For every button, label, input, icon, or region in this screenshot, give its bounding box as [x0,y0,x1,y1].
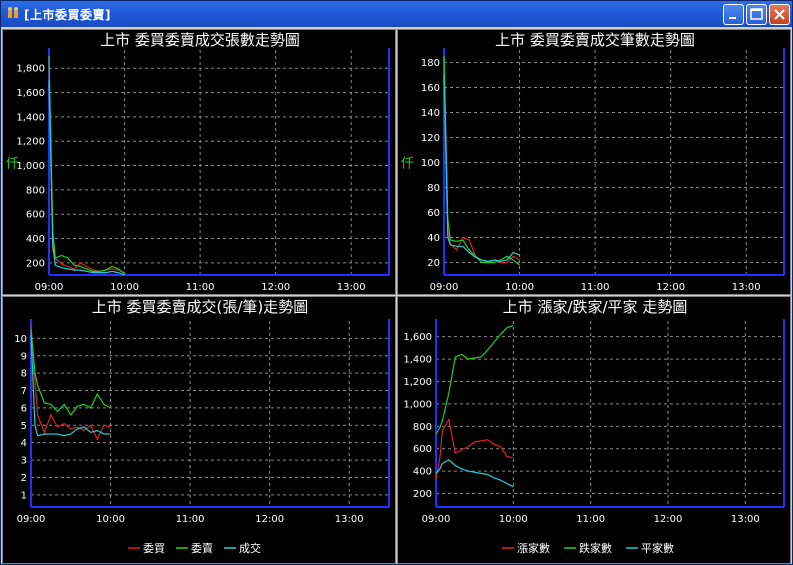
x-tick-label: 09:00 [35,282,64,293]
y-tick-label: 5 [21,421,27,432]
y-tick-label: 1,800 [16,64,45,75]
y-tick-label: 1,000 [16,161,45,172]
x-tick-label: 13:00 [732,282,761,293]
x-tick-label: 09:00 [17,514,46,525]
series-line-cyan [48,80,125,276]
y-tick-label: 200 [26,258,45,269]
x-tick-label: 10:00 [505,282,534,293]
x-tick-label: 11:00 [176,514,205,525]
y-tick-label: 200 [413,489,432,500]
chart-title: 上市 委買委賣成交張數走勢圖 [100,31,300,49]
chart-panel-ratio: 上市 委買委賣成交(張/筆)走勢圖 09:00 10:00 11:00 12:00 13:… [2,296,396,564]
chart-panel-count: 上市 委買委賣成交筆數走勢圖 09:00 10:00 11:00 12:00 13:00 2… [397,29,791,295]
y-tick-label: 7 [21,386,27,397]
y-tick-label: 140 [421,108,440,119]
y-tick-label: 400 [413,467,432,478]
x-tick-label: 12:00 [654,514,683,525]
y-tick-label: 1,200 [403,377,432,388]
minimize-button[interactable] [723,4,744,25]
y-tick-label: 1,200 [16,137,45,148]
y-tick-label: 4 [21,438,27,449]
series-line-red [30,324,111,441]
x-tick-label: 10:00 [499,514,528,525]
y-tick-label: 600 [26,210,45,221]
y-tick-label: 1,600 [16,88,45,99]
x-tick-label: 09:00 [430,282,459,293]
x-tick-label: 13:00 [335,514,364,525]
x-tick-label: 09:00 [422,514,451,525]
chart-title: 上市 漲家/跌家/平家 走勢圖 [503,298,688,316]
legend-label: 成交 [239,541,261,555]
y-axis-label: 仟 [401,157,414,172]
series-line-green [30,329,111,416]
chart-panel-volume: 上市 委買委賣成交張數走勢圖 09:00 10:00 11:00 12:00 13:00 2… [2,29,396,295]
x-tick-label: 11:00 [581,282,610,293]
y-tick-label: 20 [427,258,440,269]
series-line-red [48,62,125,274]
x-tick-label: 12:00 [656,282,685,293]
x-tick-label: 12:00 [261,282,290,293]
people-icon [8,7,18,18]
y-tick-label: 180 [421,58,440,69]
legend-label: 委賣 [191,541,213,555]
minimize-icon [729,17,736,19]
series-line-cyan [435,459,514,488]
app-window: [上市委買委賣] 上市 委買委賣成交張數走勢圖 09:00 10:00 11:00 12… [0,0,793,565]
y-tick-label: 120 [421,133,440,144]
y-tick-label: 3 [21,456,27,467]
series-line-green [435,324,514,435]
y-tick-label: 6 [21,403,27,414]
x-tick-label: 13:00 [731,514,760,525]
y-tick-label: 8 [21,369,27,380]
x-tick-label: 11:00 [186,282,215,293]
y-tick-label: 800 [26,185,45,196]
chart-title: 上市 委買委賣成交筆數走勢圖 [495,31,695,49]
chart-count: 上市 委買委賣成交筆數走勢圖 09:00 10:00 11:00 12:00 13:00 2… [401,31,785,293]
x-tick-label: 11:00 [576,514,605,525]
y-tick-label: 600 [413,444,432,455]
y-tick-label: 800 [413,422,432,433]
window-title: [上市委買委賣] [24,8,111,22]
maximize-icon [750,8,763,20]
x-tick-label: 10:00 [110,282,139,293]
chart-title: 上市 委買委賣成交(張/筆)走勢圖 [92,298,309,316]
y-tick-label: 160 [421,83,440,94]
legend-label: 平家數 [641,541,674,555]
y-tick-label: 1,000 [403,399,432,410]
x-tick-label: 13:00 [337,282,366,293]
x-tick-label: 10:00 [96,514,125,525]
chart-panel-breadth: 上市 漲家/跌家/平家 走勢圖 09:00 10:00 11:00 12:00 13:00… [397,296,791,564]
series-line-cyan [30,334,111,437]
chart-breadth: 上市 漲家/跌家/平家 走勢圖 09:00 10:00 11:00 12:00 13:00… [403,298,785,555]
y-tick-label: 400 [26,234,45,245]
y-axis-label: 仟 [6,157,19,172]
y-tick-label: 9 [21,351,27,362]
legend-label: 跌家數 [579,541,612,555]
legend-label: 漲家數 [517,541,550,555]
y-tick-label: 2 [21,473,27,484]
close-icon [774,9,785,20]
y-tick-label: 60 [427,208,440,219]
legend-label: 委買 [143,542,165,555]
y-tick-label: 1,600 [403,332,432,343]
x-tick-label: 12:00 [255,514,284,525]
series-line-cyan [443,74,520,262]
chart-ratio: 上市 委買委賣成交(張/筆)走勢圖 09:00 10:00 11:00 12:00 13:… [14,298,390,555]
title-bar[interactable]: [上市委買委賣] [1,1,792,27]
series-line-green [48,56,125,275]
close-button[interactable] [769,4,790,25]
y-tick-label: 10 [14,334,27,345]
y-tick-label: 40 [427,233,440,244]
chart-volume: 上市 委買委賣成交張數走勢圖 09:00 10:00 11:00 12:00 13:00 2… [6,31,390,293]
series-line-red [435,417,514,480]
y-tick-label: 1,400 [16,112,45,123]
y-tick-label: 100 [421,158,440,169]
y-tick-label: 1,400 [403,355,432,366]
y-tick-label: 80 [427,183,440,194]
maximize-button[interactable] [746,4,767,25]
y-tick-label: 1 [21,490,27,501]
